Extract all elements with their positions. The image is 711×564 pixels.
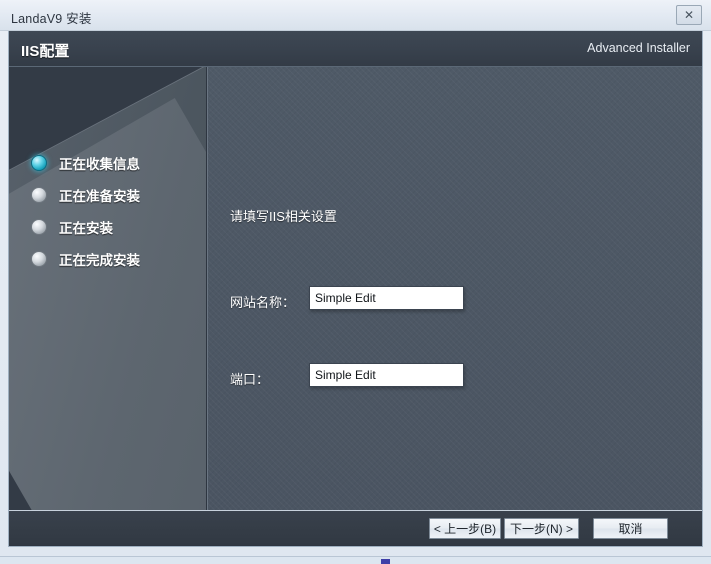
next-button[interactable]: 下一步(N) >	[504, 518, 579, 539]
sidebar-step-label: 正在安装	[59, 221, 113, 236]
wizard-step-list: 正在收集信息 正在准备安装 正在安装 正在完成安装	[9, 67, 206, 510]
close-button[interactable]: ✕	[676, 5, 702, 25]
step-bullet-icon	[31, 219, 47, 235]
sidebar-step-collecting-info[interactable]: 正在收集信息	[31, 152, 140, 174]
sidebar-step-finishing-install[interactable]: 正在完成安装	[31, 248, 140, 270]
step-bullet-icon	[31, 187, 47, 203]
page-title: IIS配置	[21, 43, 70, 60]
sidebar-step-label: 正在准备安装	[59, 189, 140, 204]
site-name-input[interactable]	[309, 286, 464, 310]
form-row-port: 端口：	[208, 363, 702, 393]
instruction-text: 请填写IIS相关设置	[230, 209, 337, 224]
back-button[interactable]: < 上一步(B)	[429, 518, 501, 539]
sidebar-step-label: 正在完成安装	[59, 253, 140, 268]
port-label: 端口：	[230, 372, 270, 387]
wizard-sidebar: 正在收集信息 正在准备安装 正在安装 正在完成安装	[9, 67, 206, 510]
step-bullet-icon	[31, 155, 47, 171]
close-icon: ✕	[683, 8, 695, 22]
step-bullet-icon	[31, 251, 47, 267]
wizard-banner: IIS配置 Advanced Installer	[9, 31, 702, 67]
port-input[interactable]	[309, 363, 464, 387]
installer-panel: IIS配置 Advanced Installer 正在收集信息 正在准备安装 正…	[8, 31, 703, 547]
taskbar-mark	[381, 559, 390, 564]
cancel-button[interactable]: 取消	[593, 518, 668, 539]
window-title: LandaV9 安装	[11, 12, 92, 26]
sidebar-step-installing[interactable]: 正在安装	[31, 216, 113, 238]
form-row-site-name: 网站名称：	[208, 286, 702, 316]
installer-window: LandaV9 安装 ✕ IIS配置 Advanced Installer 正在…	[0, 0, 711, 556]
sidebar-step-preparing-install[interactable]: 正在准备安装	[31, 184, 140, 206]
site-name-label: 网站名称：	[230, 295, 296, 310]
desktop-strip	[0, 556, 711, 564]
sidebar-step-label: 正在收集信息	[59, 157, 140, 172]
brand-label: Advanced Installer	[587, 41, 690, 55]
wizard-footer: < 上一步(B) 下一步(N) > 取消	[9, 510, 702, 545]
wizard-content: 请填写IIS相关设置 网站名称： 端口：	[207, 67, 702, 510]
window-titlebar: LandaV9 安装 ✕	[0, 0, 711, 31]
